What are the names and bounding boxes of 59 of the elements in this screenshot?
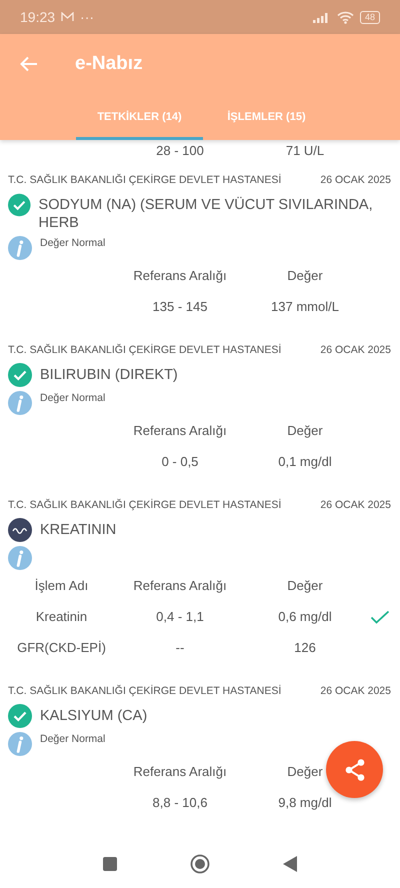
column-header: Değer bbox=[287, 423, 323, 438]
table-cell: 135 - 145 bbox=[152, 299, 208, 314]
tab[interactable]: TETKİKLER (14) bbox=[76, 96, 203, 140]
table-cell: 0 - 0,5 bbox=[162, 454, 198, 469]
table-cell: 0,1 mg/dl bbox=[278, 454, 332, 469]
share-button[interactable] bbox=[326, 741, 383, 798]
result-date: 26 OCAK 2025 bbox=[320, 344, 391, 356]
mail-icon bbox=[61, 12, 74, 22]
result-date: 26 OCAK 2025 bbox=[320, 499, 391, 511]
result-note: Değer Normal bbox=[40, 732, 106, 745]
test-title: SODYUM (NA) (SERUM VE VÜCUT SIVILARINDA, HERB bbox=[38, 196, 374, 232]
app-title: e-Nabız bbox=[75, 53, 143, 75]
info-icon[interactable] bbox=[8, 546, 32, 570]
table-cell: 0,6 mg/dl bbox=[278, 609, 332, 624]
tab[interactable]: İŞLEMLER (15) bbox=[203, 96, 330, 140]
table-cell: 8,8 - 10,6 bbox=[152, 795, 208, 810]
table-cell: -- bbox=[176, 640, 184, 655]
wifi-icon bbox=[336, 10, 354, 24]
info-icon[interactable] bbox=[8, 236, 32, 260]
home-icon[interactable] bbox=[190, 854, 210, 874]
column-header: Değer bbox=[287, 764, 323, 779]
table-cell: GFR(CKD-EPİ) bbox=[17, 640, 106, 655]
column-header: Değer bbox=[287, 268, 323, 283]
clock: 19:23 bbox=[20, 9, 56, 25]
info-icon[interactable] bbox=[8, 391, 32, 415]
range-cell: 28 - 100 bbox=[156, 142, 204, 158]
result-date: 26 OCAK 2025 bbox=[320, 685, 391, 697]
test-title: BILIRUBIN (DIREKT) bbox=[40, 366, 179, 384]
result-note: Değer Normal bbox=[40, 391, 106, 404]
column-header: Referans Aralığı bbox=[133, 268, 227, 283]
table-cell: 126 bbox=[294, 640, 316, 655]
wave-circle-icon bbox=[8, 518, 32, 542]
test-title: KREATININ bbox=[40, 521, 118, 539]
value-cell: 71 U/L bbox=[286, 142, 324, 158]
back-icon[interactable] bbox=[20, 56, 38, 72]
column-header: Değer bbox=[287, 578, 323, 593]
info-icon[interactable] bbox=[8, 732, 32, 756]
column-header: Referans Aralığı bbox=[133, 578, 227, 593]
table-cell: 0,4 - 1,1 bbox=[156, 609, 204, 624]
table-cell: Kreatinin bbox=[36, 609, 88, 624]
result-note: Değer Normal bbox=[40, 236, 106, 249]
table-cell: 9,8 mg/dl bbox=[278, 795, 332, 810]
table-cell: 137 mmol/L bbox=[271, 299, 339, 314]
test-title: KALSIYUM (CA) bbox=[40, 707, 148, 725]
hospital-name: T.C. SAĞLIK BAKANLIĞI ÇEKİRGE DEVLET HASTANESİ bbox=[8, 499, 282, 511]
column-header: Referans Aralığı bbox=[133, 423, 227, 438]
column-header: Referans Aralığı bbox=[133, 764, 227, 779]
battery-indicator: 48 bbox=[360, 10, 380, 24]
check-circle-icon bbox=[8, 704, 32, 728]
check-circle-icon bbox=[8, 193, 31, 217]
column-header: İşlem Adı bbox=[34, 578, 88, 593]
hospital-name: T.C. SAĞLIK BAKANLIĞI ÇEKİRGE DEVLET HASTANESİ bbox=[8, 685, 282, 697]
recents-icon[interactable] bbox=[102, 856, 118, 872]
result-date: 26 OCAK 2025 bbox=[320, 174, 391, 186]
hospital-name: T.C. SAĞLIK BAKANLIĞI ÇEKİRGE DEVLET HASTANESİ bbox=[8, 174, 282, 186]
hospital-name: T.C. SAĞLIK BAKANLIĞI ÇEKİRGE DEVLET HASTANESİ bbox=[8, 344, 282, 356]
more-notifications: ··· bbox=[80, 9, 94, 25]
check-circle-icon bbox=[8, 363, 32, 387]
back-nav-icon[interactable] bbox=[282, 855, 298, 873]
